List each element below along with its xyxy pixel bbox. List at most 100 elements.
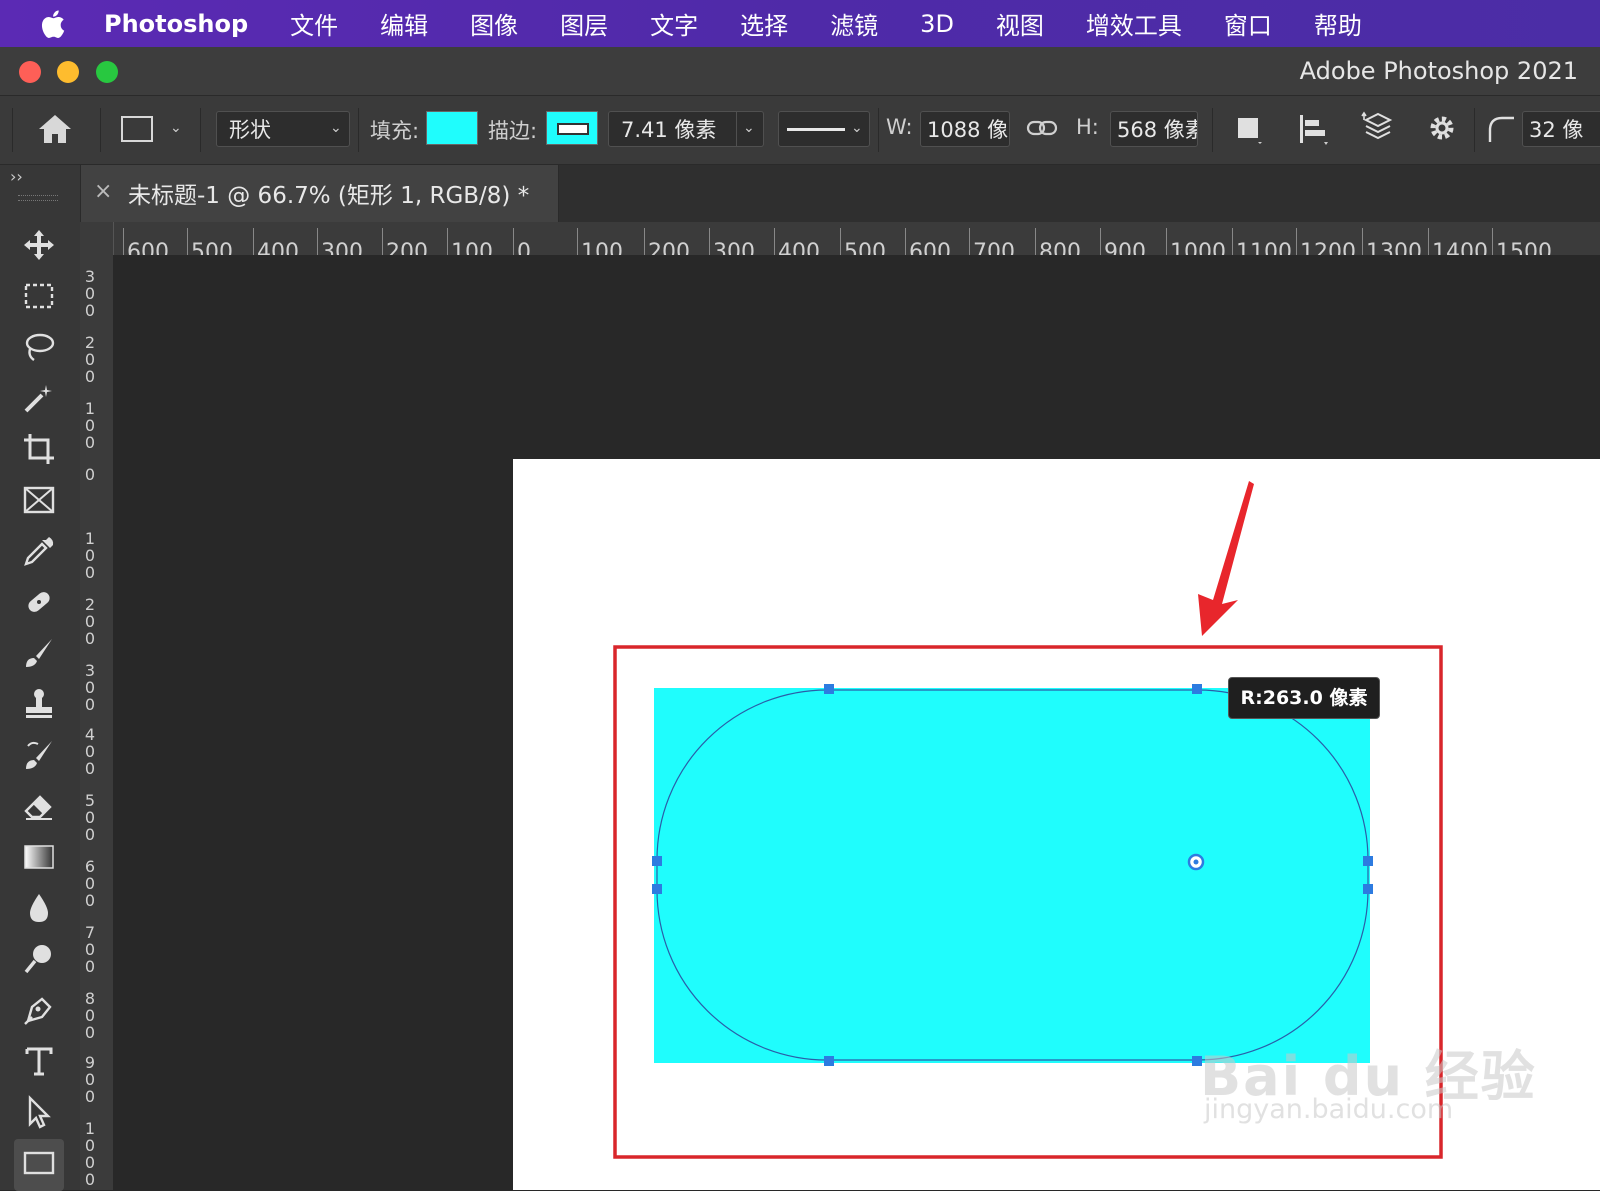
stroke-label: 描边: [488,119,538,143]
height-label: H: [1076,115,1099,139]
brush-tool-icon[interactable] [14,631,64,675]
crop-tool-icon[interactable] [14,427,64,471]
tools-panel: ›› [0,165,81,1191]
chevron-down-icon: ⌄ [330,120,342,136]
divider [100,108,101,152]
corner-radius-icon [1488,116,1514,142]
v-ruler-tick: 100 [84,529,96,582]
chevron-down-icon[interactable]: ⌄ [743,120,755,136]
window-title: Adobe Photoshop 2021 [1299,57,1578,85]
height-value: 568 像素 [1117,118,1198,142]
minimize-window-button[interactable] [57,61,79,83]
menu-layer[interactable]: 图层 [560,6,608,41]
divider [1474,108,1475,152]
clone-stamp-icon[interactable] [14,682,64,726]
width-label: W: [886,115,913,139]
menu-app-photoshop[interactable]: Photoshop [104,10,248,38]
menu-3d[interactable]: 3D [920,10,954,38]
v-ruler-tick: 200 [84,595,96,648]
path-operations-icon[interactable] [1234,114,1266,146]
menu-view[interactable]: 视图 [996,6,1044,41]
marquee-tool-icon[interactable] [14,274,64,318]
macos-menu-bar: Photoshop 文件 编辑 图像 图层 文字 选择 滤镜 3D 视图 增效工… [0,0,1600,47]
menu-filter[interactable]: 滤镜 [830,6,878,41]
vertical-ruler[interactable]: 300 200 100 0 100 200 300 400 500 600 700 800 900 100… [80,255,114,1190]
panel-collapse-icon[interactable]: ›› [10,167,23,186]
watermark-url: jingyan.baidu.com [1204,1094,1454,1125]
frame-tool-icon[interactable] [14,478,64,522]
menu-help[interactable]: 帮助 [1314,6,1362,41]
chevron-down-icon[interactable]: ⌄ [170,120,182,136]
menu-plugins[interactable]: 增效工具 [1086,6,1182,41]
corner-radius-value: 32 像 [1529,118,1584,142]
menu-image[interactable]: 图像 [470,6,518,41]
width-input[interactable]: 1088 像 [920,111,1010,147]
healing-brush-icon[interactable] [14,580,64,624]
stroke-width-value: 7.41 像素 [621,118,717,142]
document-tab[interactable]: × 未标题-1 @ 66.7% (矩形 1, RGB/8) * [80,165,559,222]
v-ruler-tick: 100 [84,399,96,452]
v-ruler-tick: 400 [84,725,96,778]
path-alignment-icon[interactable] [1296,112,1332,148]
v-ruler-tick: 900 [84,1053,96,1106]
path-arrangement-icon[interactable] [1360,110,1398,148]
pen-tool-icon[interactable] [14,988,64,1032]
menu-edit[interactable]: 编辑 [380,6,428,41]
tool-mode-value: 形状 [229,118,271,142]
v-ruler-tick: 800 [84,989,96,1042]
corner-radius-input[interactable]: 32 像 [1522,111,1600,147]
menu-type[interactable]: 文字 [650,6,698,41]
link-icon[interactable] [1026,116,1058,140]
home-icon[interactable] [36,112,74,146]
divider [878,108,879,152]
rectangle-tool-icon[interactable] [14,1139,64,1191]
gear-icon[interactable] [1424,110,1460,146]
eraser-icon[interactable] [14,784,64,828]
stroke-color-swatch[interactable] [546,111,598,145]
options-bar: ⌄ 形状 ⌄ 填充: 描边: 7.41 像素 ⌄ ⌄ W: 1088 像 H: … [0,96,1600,165]
gradient-tool-icon[interactable] [14,835,64,879]
close-window-button[interactable] [19,61,41,83]
toolbar-grip[interactable] [18,195,58,201]
magic-wand-icon[interactable] [14,376,64,420]
v-ruler-tick: 1000 [84,1119,96,1189]
document-tab-title: 未标题-1 @ 66.7% (矩形 1, RGB/8) * [128,183,530,209]
horizontal-ruler[interactable]: 600 500 400 300 200 100 0 100 200 300 400 500 600 700… [80,222,1600,264]
menu-select[interactable]: 选择 [740,6,788,41]
divider [358,108,359,152]
chevron-down-icon: ⌄ [851,120,863,136]
window-title-bar: Adobe Photoshop 2021 [0,47,1600,96]
width-value: 1088 像 [927,118,1009,142]
v-ruler-tick: 500 [84,791,96,844]
v-ruler-tick: 700 [84,923,96,976]
apple-logo-icon[interactable] [38,8,66,40]
divider [736,111,737,147]
divider [200,108,201,152]
close-tab-icon[interactable]: × [94,179,112,204]
v-ruler-tick: 300 [84,661,96,714]
grip-divider [12,108,13,152]
v-ruler-tick: 0 [84,465,96,484]
history-brush-icon[interactable] [14,733,64,777]
solid-line-icon [787,128,845,131]
v-ruler-tick: 300 [84,267,96,320]
v-ruler-tick: 600 [84,857,96,910]
height-input[interactable]: 568 像素 [1110,111,1198,147]
fill-label: 填充: [370,119,420,143]
move-tool-icon[interactable] [14,223,64,267]
ruler-origin[interactable] [80,222,114,255]
type-tool-icon[interactable] [14,1039,64,1083]
menu-file[interactable]: 文件 [290,6,338,41]
blur-tool-icon[interactable] [14,886,64,930]
radius-tooltip: R:263.0 像素 [1228,677,1380,719]
stroke-width-input[interactable]: 7.41 像素 [608,111,764,147]
eyedropper-icon[interactable] [14,529,64,573]
document-tab-bar: × 未标题-1 @ 66.7% (矩形 1, RGB/8) * [80,165,1600,222]
lasso-tool-icon[interactable] [14,325,64,369]
path-select-icon[interactable] [14,1090,64,1134]
rectangle-preset-icon[interactable] [120,114,154,144]
fill-color-swatch[interactable] [426,111,478,145]
dodge-tool-icon[interactable] [14,937,64,981]
menu-window[interactable]: 窗口 [1224,6,1272,41]
zoom-window-button[interactable] [96,61,118,83]
